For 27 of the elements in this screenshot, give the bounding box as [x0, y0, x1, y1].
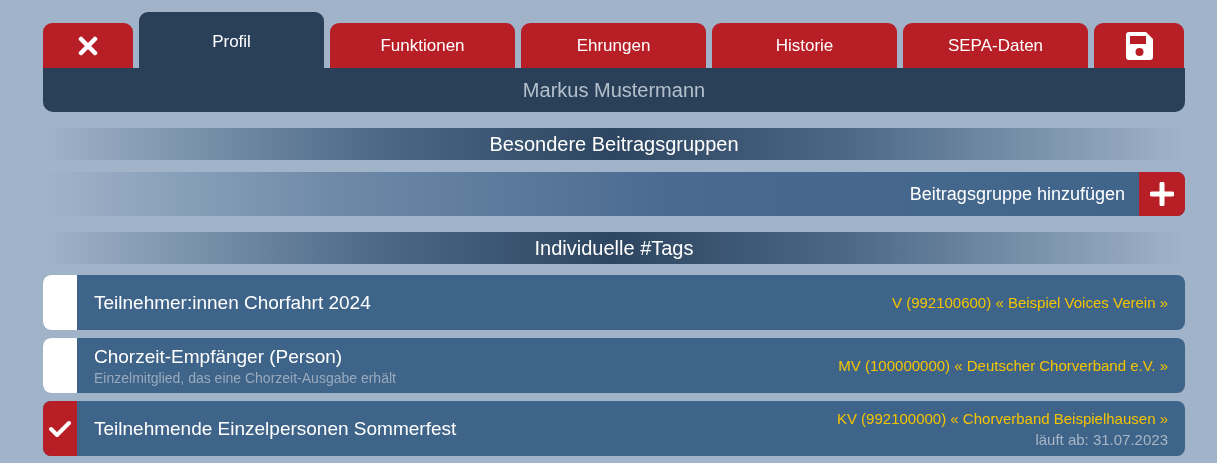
check-icon	[49, 419, 71, 438]
organization-label: MV (100000000) « Deutscher Chorverband e.V. »	[838, 357, 1168, 374]
section-title: Besondere Beitragsgruppen	[489, 132, 739, 156]
checkbox[interactable]	[43, 275, 77, 330]
save-icon	[1124, 30, 1154, 61]
add-group-label: Beitragsgruppe hinzufügen	[909, 183, 1125, 205]
tab[interactable]: SEPA-Daten	[903, 23, 1088, 68]
tab[interactable]: Historie	[712, 23, 897, 68]
add-button[interactable]	[1139, 172, 1185, 216]
tab[interactable]: Profil	[139, 12, 324, 68]
close-icon	[78, 35, 98, 56]
section-title: Individuelle #Tags	[534, 236, 694, 260]
tag-title: Chorzeit-Empfänger (Person)	[94, 345, 344, 368]
person-name: Markus Mustermann	[522, 78, 706, 102]
checkbox[interactable]	[43, 338, 77, 393]
plus-icon	[1150, 182, 1174, 206]
save-button[interactable]	[1094, 23, 1184, 68]
tab[interactable]: Ehrungen	[521, 23, 706, 68]
expiry-date: läuft ab: 31.07.2023	[1035, 430, 1168, 448]
tag-title: Teilnehmer:innen Chorfahrt 2024	[94, 291, 372, 314]
tag-title: Teilnehmende Einzelpersonen Sommerfest	[94, 417, 458, 440]
tab[interactable]: Funktionen	[330, 23, 515, 68]
organization-label: V (992100600) « Beispiel Voices Verein »	[891, 294, 1168, 311]
checkbox[interactable]	[43, 401, 77, 456]
close-button[interactable]	[43, 23, 133, 68]
organization-label: KV (992100000) « Chorverband Beispielhausen »	[836, 409, 1168, 427]
tag-description: Einzelmitglied, das eine Chorzeit-Ausgabe erhält	[94, 369, 397, 386]
